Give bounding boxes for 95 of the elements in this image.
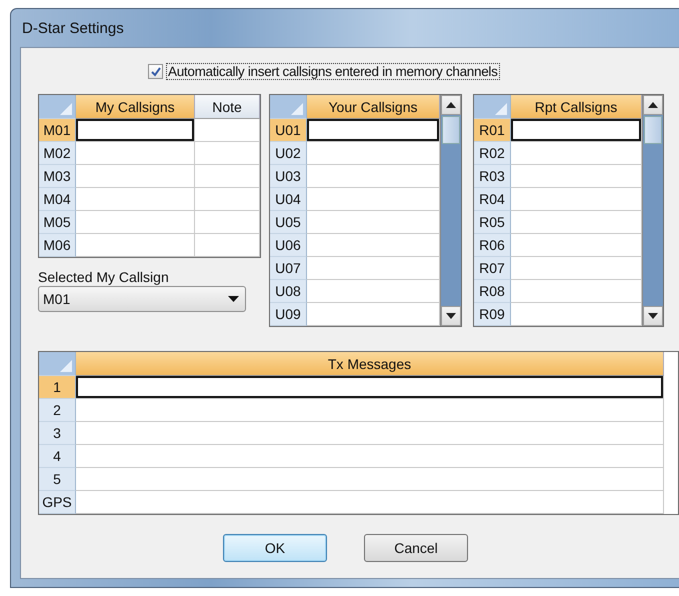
scroll-up-button[interactable] — [441, 95, 461, 115]
row-header[interactable]: R01 — [474, 119, 511, 142]
callsign-dropdown[interactable]: M01 — [38, 286, 246, 312]
row-header[interactable]: 3 — [39, 422, 76, 445]
grid-cell[interactable] — [307, 188, 440, 211]
grid-cell[interactable] — [76, 468, 664, 491]
grid-cell[interactable] — [76, 376, 664, 399]
grid-cell[interactable] — [195, 142, 260, 165]
row-header[interactable]: R09 — [474, 303, 511, 326]
row-header[interactable]: 4 — [39, 445, 76, 468]
scroll-down-button[interactable] — [643, 306, 663, 326]
row-header[interactable]: 2 — [39, 399, 76, 422]
grid-cell[interactable] — [76, 188, 195, 211]
grid-cell[interactable] — [195, 119, 260, 142]
grid-cell[interactable] — [511, 188, 642, 211]
scroll-down-button[interactable] — [441, 306, 461, 326]
row-header[interactable]: U02 — [270, 142, 307, 165]
grid-cell[interactable] — [307, 142, 440, 165]
grid-cell[interactable] — [76, 211, 195, 234]
scroll-thumb[interactable] — [644, 116, 662, 144]
column-header[interactable]: Tx Messages — [76, 352, 664, 376]
row-header[interactable]: 1 — [39, 376, 76, 399]
grid-cell[interactable] — [76, 142, 195, 165]
select-all-icon[interactable] — [291, 103, 303, 115]
row-header[interactable]: U07 — [270, 257, 307, 280]
column-header[interactable]: Note — [195, 95, 260, 119]
dialog-button[interactable]: OK — [223, 534, 327, 562]
row-header[interactable]: R05 — [474, 211, 511, 234]
grid-cell[interactable] — [511, 257, 642, 280]
up-arrow-icon — [446, 102, 456, 108]
grid-cell[interactable] — [307, 234, 440, 257]
row-header[interactable]: M02 — [39, 142, 76, 165]
row-header[interactable]: R02 — [474, 142, 511, 165]
row-header[interactable]: M05 — [39, 211, 76, 234]
grid-cell[interactable] — [76, 422, 664, 445]
row-header[interactable]: R03 — [474, 165, 511, 188]
row-header[interactable]: R08 — [474, 280, 511, 303]
row-header[interactable]: U09 — [270, 303, 307, 326]
column-header[interactable]: My Callsigns — [76, 95, 195, 119]
row-header[interactable]: M06 — [39, 234, 76, 257]
row-header[interactable]: U08 — [270, 280, 307, 303]
grid-cell[interactable] — [511, 165, 642, 188]
row-header[interactable]: M01 — [39, 119, 76, 142]
grid-cell[interactable] — [511, 211, 642, 234]
grid-cell[interactable] — [307, 165, 440, 188]
grid-cell[interactable] — [76, 491, 664, 514]
select-all-icon[interactable] — [495, 103, 507, 115]
grid-cell[interactable] — [307, 211, 440, 234]
grid-cell[interactable] — [307, 257, 440, 280]
row-header[interactable]: U06 — [270, 234, 307, 257]
grid-cell[interactable] — [511, 280, 642, 303]
grid-cell[interactable] — [76, 165, 195, 188]
grid-cell[interactable] — [76, 399, 664, 422]
grid-cell[interactable] — [195, 211, 260, 234]
grid-cell[interactable] — [511, 142, 642, 165]
up-arrow-icon — [648, 102, 658, 108]
checkmark-icon — [150, 66, 160, 76]
window-title: D-Star Settings — [21, 20, 124, 36]
grid-cell[interactable] — [307, 280, 440, 303]
select-all-icon[interactable] — [60, 103, 72, 115]
row-header[interactable]: M03 — [39, 165, 76, 188]
row-header[interactable]: R04 — [474, 188, 511, 211]
row-header[interactable]: GPS — [39, 491, 76, 514]
scrollbar[interactable] — [440, 95, 461, 326]
row-header[interactable]: U01 — [270, 119, 307, 142]
row-header[interactable]: 5 — [39, 468, 76, 491]
column-header[interactable]: Rpt Callsigns — [511, 95, 642, 119]
row-header[interactable]: R07 — [474, 257, 511, 280]
grid-cell[interactable] — [76, 234, 195, 257]
grid-cell[interactable] — [307, 119, 440, 142]
checkbox[interactable] — [148, 64, 163, 79]
down-arrow-icon — [648, 313, 658, 319]
grid-cell[interactable] — [195, 165, 260, 188]
dropdown-arrow-icon — [228, 296, 239, 302]
row-header[interactable]: U03 — [270, 165, 307, 188]
down-arrow-icon — [446, 313, 456, 319]
row-header[interactable]: R06 — [474, 234, 511, 257]
grid-cell[interactable] — [307, 303, 440, 326]
grid-cell[interactable] — [511, 303, 642, 326]
grid-cell[interactable] — [195, 234, 260, 257]
scroll-thumb[interactable] — [442, 116, 460, 144]
grid-cell[interactable] — [511, 234, 642, 257]
dialog-button[interactable]: Cancel — [364, 534, 468, 562]
row-header[interactable]: M04 — [39, 188, 76, 211]
grid-cell[interactable] — [195, 188, 260, 211]
select-all-icon[interactable] — [60, 360, 72, 372]
scroll-up-button[interactable] — [643, 95, 663, 115]
row-header[interactable]: U05 — [270, 211, 307, 234]
grid-cell[interactable] — [511, 119, 642, 142]
field-label: Selected My Callsign — [38, 269, 170, 285]
grid-cell[interactable] — [76, 119, 195, 142]
row-header[interactable]: U04 — [270, 188, 307, 211]
column-header[interactable]: Your Callsigns — [307, 95, 440, 119]
grid-cell[interactable] — [76, 445, 664, 468]
scrollbar[interactable] — [642, 95, 663, 326]
